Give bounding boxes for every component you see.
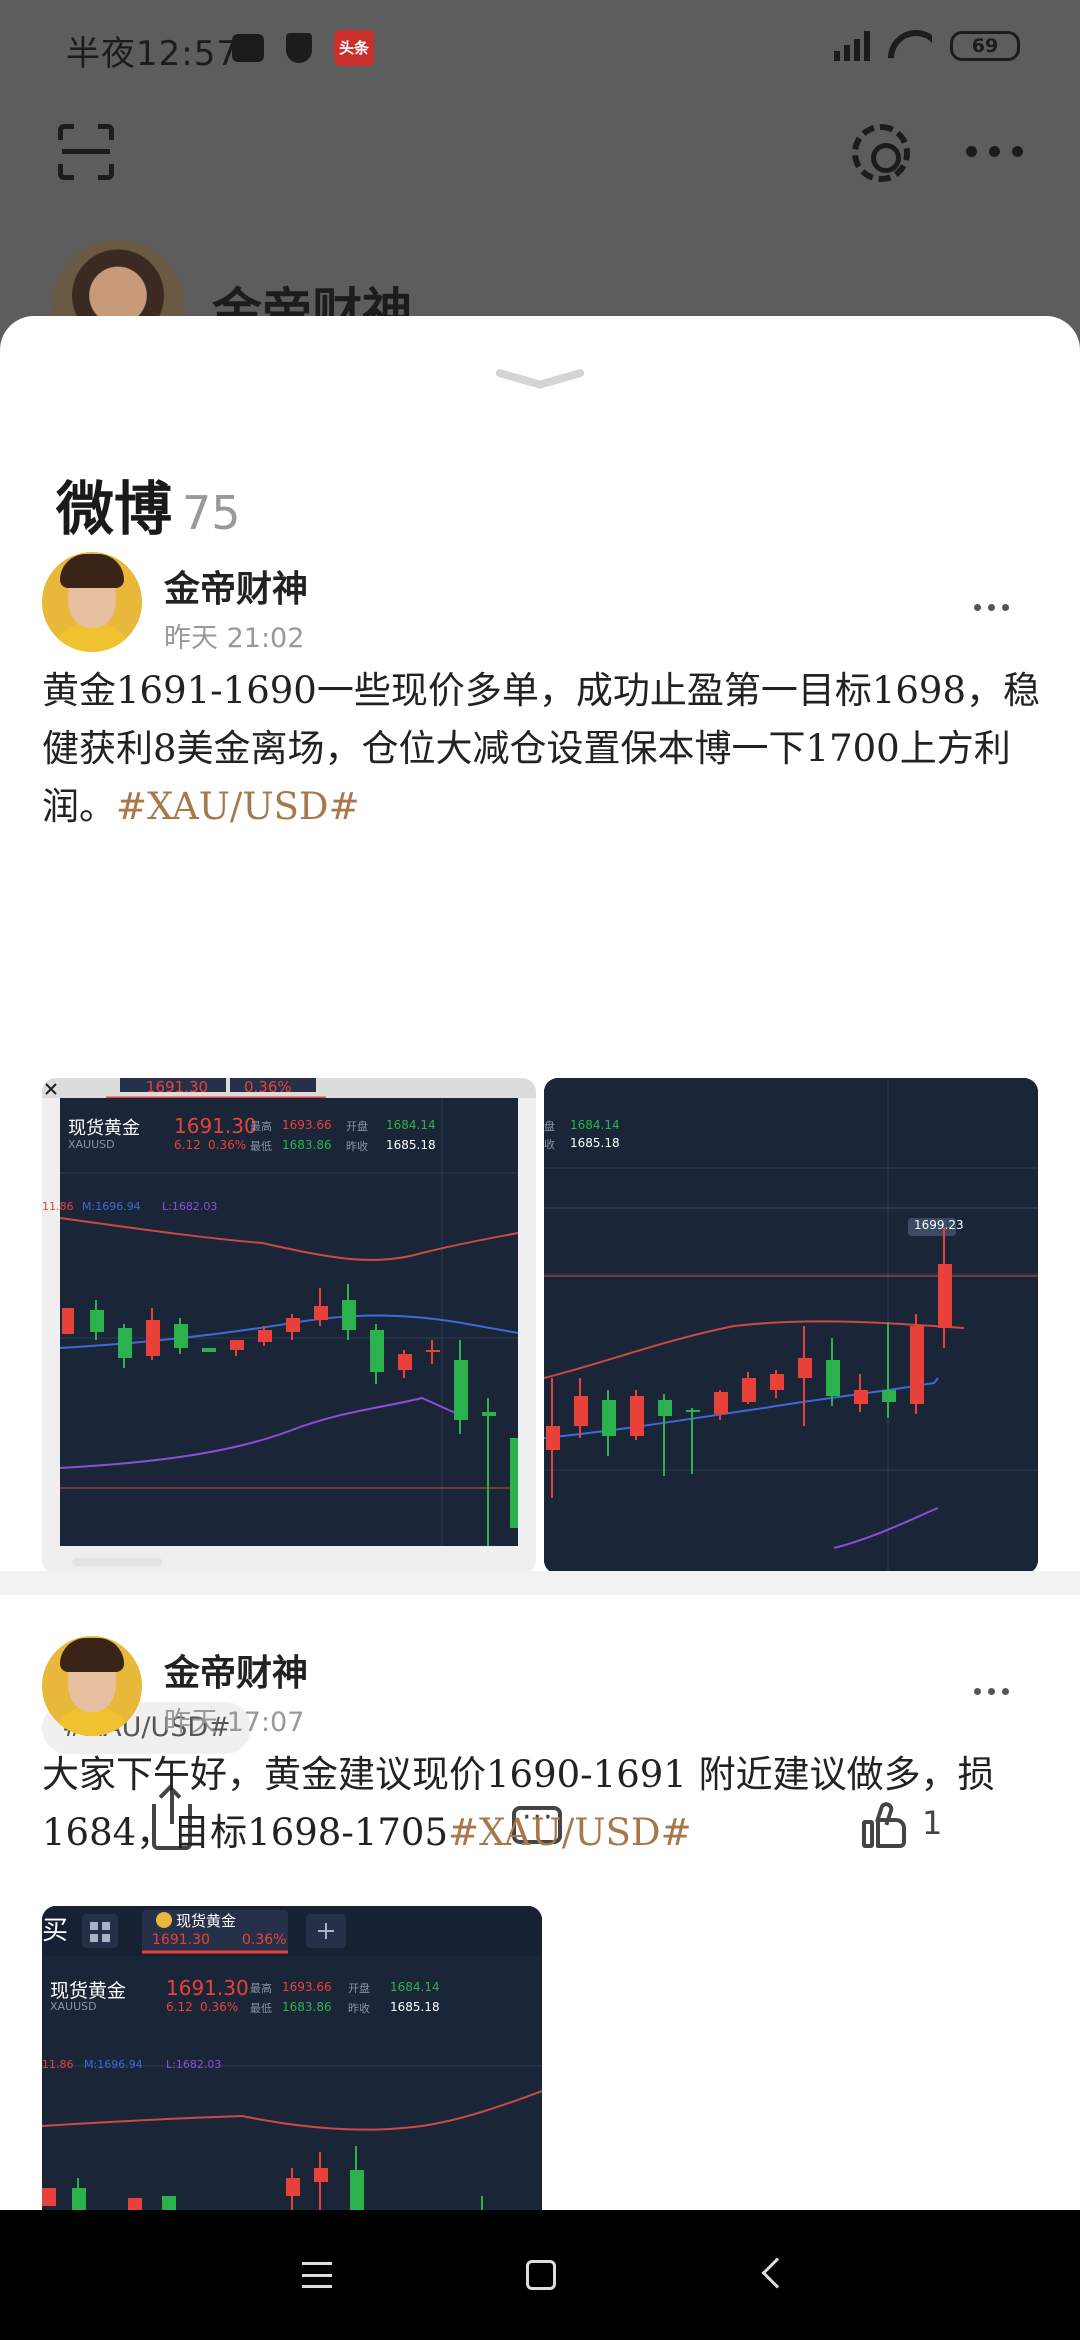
chart-ma-m: M:1696.94 xyxy=(84,2058,143,2071)
chart-symbol-name: 现货黄金 xyxy=(68,1118,140,1139)
post-time: 昨天 17:07 xyxy=(164,1707,305,1738)
section-title: 微博 75 xyxy=(56,462,241,546)
chart-high-label: 最高 xyxy=(250,1120,272,1133)
chart-prev: 1685.18 xyxy=(390,2000,440,2014)
section-count: 75 xyxy=(182,486,241,540)
kline-chart-image-left xyxy=(42,1078,536,1574)
chart-low-label: 最低 xyxy=(250,1140,272,1153)
chart-open-label: 开盘 xyxy=(348,1982,370,1995)
battery-icon: 69 xyxy=(950,31,1020,61)
scan-icon[interactable] xyxy=(58,124,114,180)
weibo-sheet: 微博 75 金帝财神 昨天 21:02 黄金1691-1690一些现价多单，成功… xyxy=(0,316,1080,2210)
chart-change-pct: 0.36% xyxy=(200,2000,239,2014)
kline-chart-image-right xyxy=(544,1078,1038,1574)
chart-change: 6.12 xyxy=(174,1138,201,1152)
collapse-chevron-icon[interactable] xyxy=(496,362,584,388)
chart-open: 1684.14 xyxy=(570,1118,620,1132)
back-icon[interactable] xyxy=(761,2257,793,2289)
chart-change: 6.12 xyxy=(166,2000,193,2014)
avatar[interactable] xyxy=(42,1636,142,1736)
system-nav-bar xyxy=(0,2210,1080,2340)
chart-tab-pct: 0.36% xyxy=(242,1932,287,1948)
chart-high: 1693.66 xyxy=(282,1118,332,1132)
chart-tab-price: 1691.30 xyxy=(146,1078,209,1096)
post-author[interactable]: 金帝财神 xyxy=(164,1644,308,1696)
status-system-icons: 69 xyxy=(834,30,1020,62)
shield-icon xyxy=(286,33,312,63)
chart-low: 1683.86 xyxy=(282,2000,332,2014)
chart-ma-l: L:1682.03 xyxy=(166,2058,222,2071)
post-hashtag-link[interactable]: #XAU/USD# xyxy=(448,1811,692,1854)
post-image-chart[interactable]: 买 现货黄金 1691.30 0.36% 现货黄金 XAUUSD 1691.30… xyxy=(42,1906,542,2210)
chart-open-label: 开盘 xyxy=(346,1120,368,1133)
gear-icon[interactable] xyxy=(852,124,910,182)
more-icon[interactable] xyxy=(966,146,1023,157)
chart-change-pct: 0.36% xyxy=(208,1138,247,1152)
chart-symbol-code: XAUUSD xyxy=(50,2000,97,2013)
post-time: 昨天 21:02 xyxy=(164,623,305,654)
background-profile-page: 半夜12:57 头条 69 金帝财神 xyxy=(0,0,1080,372)
chart-ma-l: L:1682.03 xyxy=(162,1200,218,1213)
post-more-icon[interactable] xyxy=(974,1688,1009,1695)
profile-top-bar xyxy=(0,110,1080,200)
chart-open: 1684.14 xyxy=(390,1980,440,1994)
chart-price-tag: 1699.23 xyxy=(914,1218,964,1232)
chart-prev-label: 昨收 xyxy=(346,1140,368,1153)
post-hashtag-link[interactable]: #XAU/USD# xyxy=(116,785,360,828)
chart-tab-price: 1691.30 xyxy=(152,1932,210,1948)
chart-price: 1691.30 xyxy=(166,1976,249,2000)
status-time: 半夜12:57 xyxy=(66,34,239,74)
chart-symbol-name: 现货黄金 xyxy=(50,1980,127,2002)
chart-open-label: 盘 xyxy=(544,1120,555,1133)
wifi-icon xyxy=(888,30,932,62)
chart-ma-u: 11.86 xyxy=(42,2058,74,2071)
avatar[interactable] xyxy=(42,552,142,652)
chart-tab-name: 现货黄金 xyxy=(176,1912,237,1930)
chart-ma-u: 11.86 xyxy=(42,1200,74,1213)
chart-high-label: 最高 xyxy=(250,1982,272,1995)
post-more-icon[interactable] xyxy=(974,604,1009,611)
chart-symbol-code: XAUUSD xyxy=(68,1138,115,1151)
section-title-text: 微博 xyxy=(56,475,173,543)
chart-corner-text: 买 xyxy=(42,1916,69,1946)
status-bar: 半夜12:57 头条 69 xyxy=(0,0,1080,100)
status-notification-icons: 头条 xyxy=(232,30,374,66)
chart-prev: 1685.18 xyxy=(570,1136,620,1150)
message-icon xyxy=(232,34,264,62)
chart-open: 1684.14 xyxy=(386,1118,436,1132)
chart-prev: 1685.18 xyxy=(386,1138,436,1152)
chart-prev-label: 收 xyxy=(544,1138,555,1151)
home-icon[interactable] xyxy=(526,2260,556,2290)
chart-low-label: 最低 xyxy=(250,2002,272,2015)
chart-prev-label: 昨收 xyxy=(348,2002,370,2015)
menu-icon[interactable] xyxy=(302,2262,332,2288)
chart-high: 1693.66 xyxy=(282,1980,332,1994)
post-image-chart-2[interactable]: 盘 1684.14 收 1685.18 1699.23 xyxy=(544,1078,1038,1574)
signal-icon xyxy=(834,31,870,61)
chart-ma-m: M:1696.94 xyxy=(82,1200,141,1213)
chart-tab-pct: 0.36% xyxy=(244,1078,292,1096)
post-text: 大家下午好，黄金建议现价1690-1691 附近建议做多，损1684，目标169… xyxy=(42,1746,1042,1862)
chart-low: 1683.86 xyxy=(282,1138,332,1152)
post-divider xyxy=(0,1571,1080,1595)
chart-price: 1691.30 xyxy=(174,1114,257,1138)
post-author[interactable]: 金帝财神 xyxy=(164,560,308,612)
post-image-chart-1[interactable]: 1691.30 0.36% 现货黄金 XAUUSD 1691.30 6.12 0… xyxy=(42,1078,536,1574)
post-text: 黄金1691-1690一些现价多单，成功止盈第一目标1698，稳健获利8美金离场… xyxy=(42,662,1042,836)
news-app-icon: 头条 xyxy=(334,30,374,66)
